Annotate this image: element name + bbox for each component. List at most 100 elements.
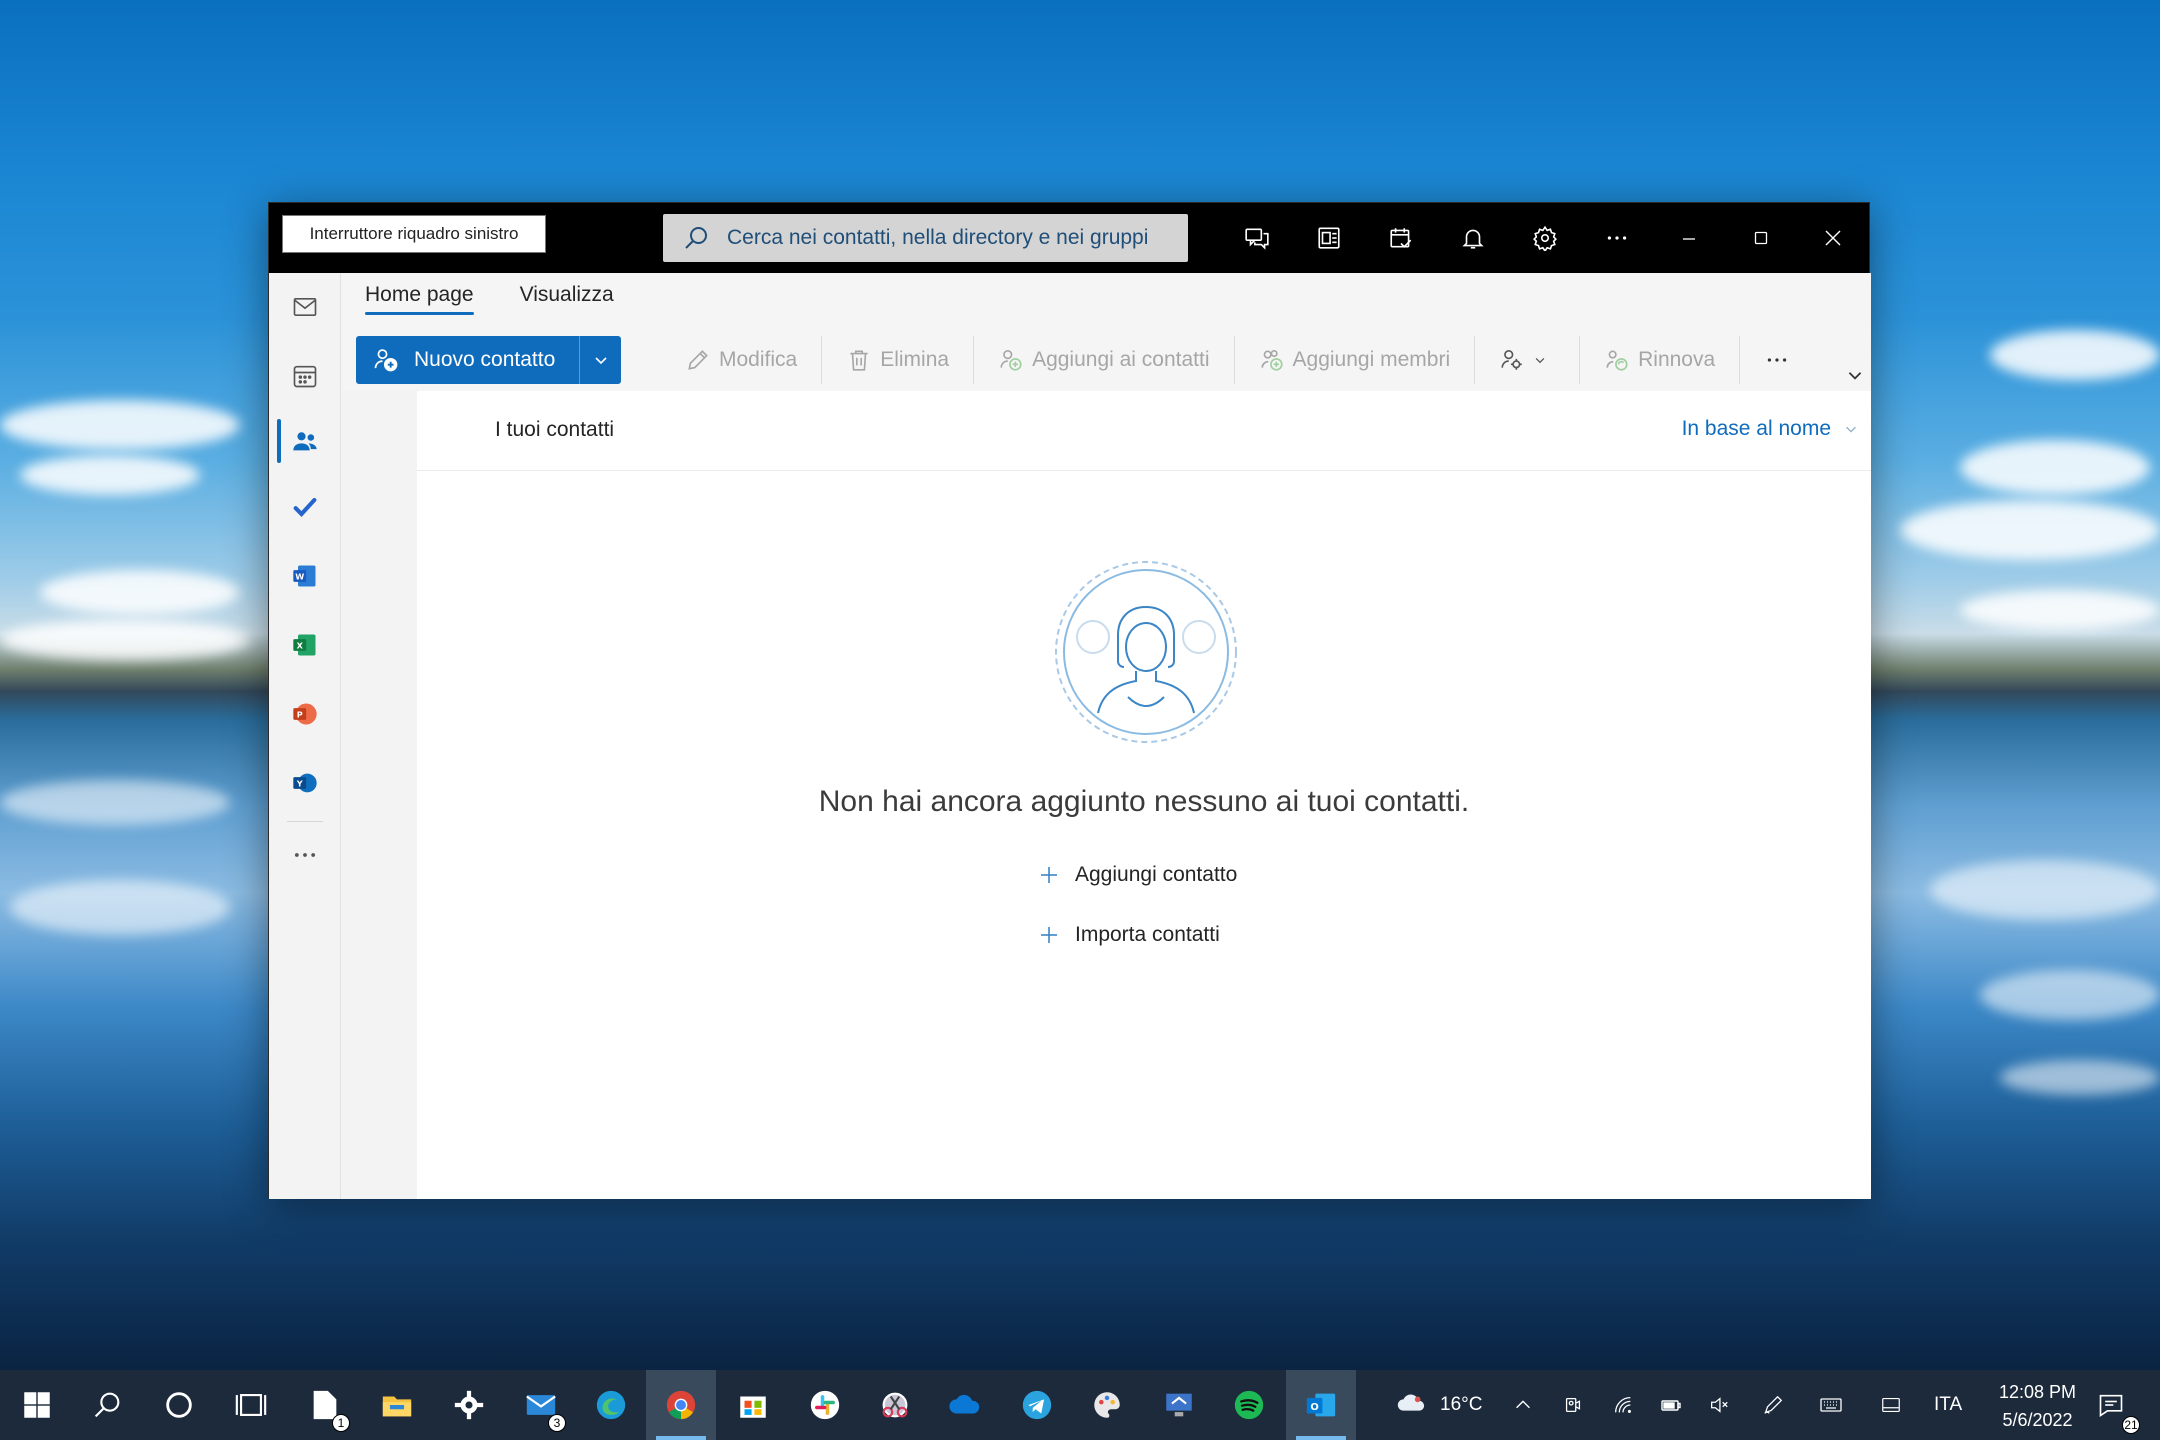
import-contacts-link[interactable]: Importa contatti xyxy=(1039,923,1220,947)
taskbar-slack[interactable] xyxy=(790,1370,860,1440)
battery-icon xyxy=(1661,1400,1681,1411)
spotify-icon xyxy=(1234,1390,1264,1420)
rail-word[interactable]: W xyxy=(269,548,341,604)
calendar-tasks-button[interactable] xyxy=(1365,203,1437,273)
empty-contacts-illustration xyxy=(1055,561,1237,743)
onenote-button[interactable] xyxy=(1293,203,1365,273)
ribbon-tabs: Home page Visualizza xyxy=(365,283,614,315)
taskbar-mail[interactable]: 3 xyxy=(506,1370,576,1440)
outlook-icon: O xyxy=(1306,1393,1336,1417)
add-to-contacts-button[interactable]: Aggiungi ai contatti xyxy=(974,336,1233,384)
taskbar-remote-desktop[interactable] xyxy=(1144,1370,1214,1440)
more-options-button[interactable] xyxy=(1581,203,1653,273)
add-to-contacts-label: Aggiungi ai contatti xyxy=(1032,348,1210,371)
new-contact-button[interactable]: Nuovo contatto xyxy=(356,336,579,384)
title-bar: Interruttore riquadro sinistro Cerca nei… xyxy=(269,203,1869,273)
rail-powerpoint[interactable]: P xyxy=(269,686,341,742)
edit-button[interactable]: Modifica xyxy=(661,336,821,384)
person-settings-icon xyxy=(1501,349,1522,370)
cloud-rain-icon xyxy=(1397,1394,1425,1411)
rail-yammer[interactable]: Y xyxy=(269,755,341,811)
ellipsis-icon xyxy=(294,853,316,857)
chevron-down-icon xyxy=(1535,358,1545,364)
calendar-check-icon xyxy=(1390,228,1412,248)
notification-icon xyxy=(2099,1394,2123,1418)
taskbar-outlook[interactable]: O xyxy=(1286,1370,1356,1440)
search-box[interactable]: Cerca nei contatti, nella directory e ne… xyxy=(663,214,1188,262)
taskbar-store[interactable] xyxy=(718,1370,788,1440)
taskbar-search-button[interactable] xyxy=(72,1370,142,1440)
import-contacts-label: Importa contatti xyxy=(1075,923,1220,946)
notebook-icon xyxy=(1318,227,1340,249)
add-contact-link[interactable]: Aggiungi contatto xyxy=(1039,863,1237,887)
edge-icon xyxy=(596,1390,626,1420)
taskbar-chrome[interactable] xyxy=(646,1370,716,1440)
keyboard-icon xyxy=(1820,1398,1842,1412)
left-pane-toggle-button[interactable]: Interruttore riquadro sinistro xyxy=(282,215,546,253)
ribbon-collapse-chevron-icon[interactable] xyxy=(1845,365,1865,385)
rail-people[interactable] xyxy=(269,413,341,469)
chevron-up-icon xyxy=(1516,1400,1530,1409)
folder-pane xyxy=(341,273,417,1199)
renew-button[interactable]: Rinnova xyxy=(1580,336,1739,384)
add-person-icon xyxy=(1000,349,1022,371)
tab-home[interactable]: Home page xyxy=(365,283,474,315)
rail-more-apps[interactable] xyxy=(269,827,341,883)
search-input[interactable]: Cerca nei contatti, nella directory e ne… xyxy=(727,226,1148,250)
action-center-button[interactable]: 21 xyxy=(2076,1370,2146,1440)
edit-label: Modifica xyxy=(719,348,798,371)
pencil-icon xyxy=(688,350,708,370)
store-icon xyxy=(740,1396,766,1418)
clock-time: 12:08 PM xyxy=(1998,1382,2076,1402)
notification-badge: 21 xyxy=(2122,1416,2140,1434)
language-indicator[interactable]: ITA xyxy=(1934,1394,1962,1416)
taskbar-documents[interactable]: 1 xyxy=(290,1370,360,1440)
manage-contacts-button[interactable] xyxy=(1475,336,1579,384)
add-contact-label: Aggiungi contatto xyxy=(1075,863,1238,886)
speaker-muted-icon xyxy=(1711,1397,1728,1413)
add-members-button[interactable]: Aggiungi membri xyxy=(1235,336,1475,384)
taskbar-file-explorer[interactable] xyxy=(362,1370,432,1440)
slack-icon xyxy=(810,1390,840,1420)
tray-tablet-mode[interactable] xyxy=(1856,1370,1926,1440)
minimize-button[interactable] xyxy=(1653,203,1725,273)
taskbar-settings[interactable] xyxy=(434,1370,504,1440)
taskbar-clock[interactable]: 12:08 PM 5/6/2022 xyxy=(1999,1378,2076,1434)
gear-icon xyxy=(454,1390,484,1420)
close-icon xyxy=(1825,230,1841,246)
new-contact-dropdown[interactable] xyxy=(579,336,621,384)
sort-dropdown[interactable]: In base al nome xyxy=(1682,417,1859,441)
taskbar-telegram[interactable] xyxy=(1002,1370,1072,1440)
settings-button[interactable] xyxy=(1509,203,1581,273)
ribbon-more-button[interactable] xyxy=(1740,336,1822,384)
taskbar-onedrive[interactable] xyxy=(930,1370,1000,1440)
list-title: I tuoi contatti xyxy=(495,418,615,441)
taskbar-paint[interactable] xyxy=(1072,1370,1142,1440)
rail-todo[interactable] xyxy=(269,479,341,535)
start-button[interactable] xyxy=(2,1370,72,1440)
cortana-circle-icon xyxy=(166,1392,192,1418)
rail-mail[interactable] xyxy=(269,279,341,335)
plus-icon xyxy=(1041,867,1057,883)
folder-icon xyxy=(382,1396,412,1417)
svg-text:P: P xyxy=(297,710,303,720)
taskbar-snip[interactable] xyxy=(860,1370,930,1440)
taskbar-edge[interactable] xyxy=(576,1370,646,1440)
sort-label: In base al nome xyxy=(1681,417,1831,440)
chat-button[interactable] xyxy=(1221,203,1293,273)
mail-icon xyxy=(293,298,317,316)
taskbar-spotify[interactable] xyxy=(1214,1370,1284,1440)
bell-icon xyxy=(1462,229,1484,249)
close-button[interactable] xyxy=(1797,203,1869,273)
task-view-button[interactable] xyxy=(216,1370,286,1440)
delete-button[interactable]: Elimina xyxy=(822,336,973,384)
rail-calendar[interactable] xyxy=(269,348,341,404)
notifications-button[interactable] xyxy=(1437,203,1509,273)
rail-divider xyxy=(287,821,323,822)
rail-excel[interactable]: X xyxy=(269,617,341,673)
tab-view[interactable]: Visualizza xyxy=(520,283,614,315)
cortana-button[interactable] xyxy=(144,1370,214,1440)
scissors-icon xyxy=(882,1392,908,1418)
svg-text:O: O xyxy=(1310,1402,1318,1413)
maximize-button[interactable] xyxy=(1725,203,1797,273)
